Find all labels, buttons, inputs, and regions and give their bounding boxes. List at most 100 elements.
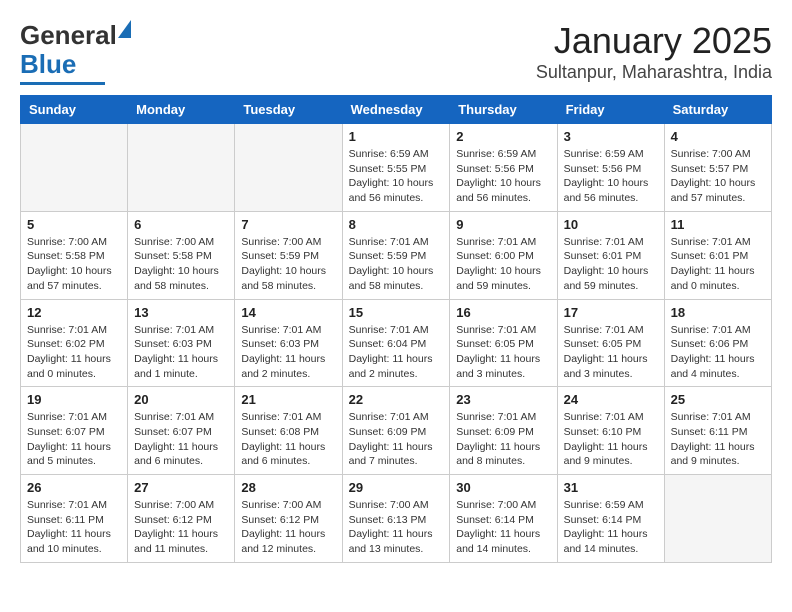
calendar-cell: 18 Sunrise: 7:01 AMSunset: 6:06 PMDayligh… [664, 299, 771, 387]
calendar-cell: 25 Sunrise: 7:01 AMSunset: 6:11 PMDayligh… [664, 387, 771, 475]
day-info: Sunrise: 7:01 AMSunset: 6:11 PMDaylight:… [671, 410, 765, 469]
day-number: 27 [134, 480, 228, 495]
day-info: Sunrise: 7:01 AMSunset: 6:05 PMDaylight:… [564, 323, 658, 382]
day-info: Sunrise: 7:01 AMSunset: 6:09 PMDaylight:… [456, 410, 550, 469]
calendar-cell: 28 Sunrise: 7:00 AMSunset: 6:12 PMDayligh… [235, 475, 342, 563]
day-number: 17 [564, 305, 658, 320]
calendar-cell: 9Sunrise: 7:01 AMSunset: 6:00 PMDaylight… [450, 211, 557, 299]
logo: General Blue [20, 20, 117, 85]
day-info: Sunrise: 7:00 AMSunset: 5:59 PMDaylight:… [241, 235, 335, 294]
day-number: 1 [349, 129, 444, 144]
calendar-cell: 11 Sunrise: 7:01 AMSunset: 6:01 PMDayligh… [664, 211, 771, 299]
calendar-cell: 23 Sunrise: 7:01 AMSunset: 6:09 PMDayligh… [450, 387, 557, 475]
day-info: Sunrise: 7:01 AMSunset: 6:03 PMDaylight:… [241, 323, 335, 382]
day-info: Sunrise: 7:00 AMSunset: 6:12 PMDaylight:… [134, 498, 228, 557]
day-number: 25 [671, 392, 765, 407]
calendar-cell: 3 Sunrise: 6:59 AMSunset: 5:56 PMDaylight… [557, 124, 664, 212]
column-header-sunday: Sunday [21, 96, 128, 124]
calendar-cell: 2 Sunrise: 6:59 AMSunset: 5:56 PMDaylight… [450, 124, 557, 212]
day-number: 14 [241, 305, 335, 320]
day-info: Sunrise: 7:01 AMSunset: 6:02 PMDaylight:… [27, 323, 121, 382]
day-info: Sunrise: 6:59 AMSunset: 5:55 PMDaylight:… [349, 147, 444, 206]
day-info: Sunrise: 7:01 AMSunset: 6:06 PMDaylight:… [671, 323, 765, 382]
day-info: Sunrise: 7:00 AMSunset: 5:57 PMDaylight:… [671, 147, 765, 206]
calendar-subtitle: Sultanpur, Maharashtra, India [536, 62, 772, 83]
calendar-cell: 6 Sunrise: 7:00 AMSunset: 5:58 PMDaylight… [128, 211, 235, 299]
column-header-monday: Monday [128, 96, 235, 124]
day-info: Sunrise: 7:01 AMSunset: 6:08 PMDaylight:… [241, 410, 335, 469]
day-info: Sunrise: 6:59 AMSunset: 5:56 PMDaylight:… [564, 147, 658, 206]
day-info: Sunrise: 7:00 AMSunset: 5:58 PMDaylight:… [27, 235, 121, 294]
calendar-cell: 19 Sunrise: 7:01 AMSunset: 6:07 PMDayligh… [21, 387, 128, 475]
day-number: 21 [241, 392, 335, 407]
day-info: Sunrise: 7:01 AMSunset: 6:09 PMDaylight:… [349, 410, 444, 469]
calendar-cell: 24 Sunrise: 7:01 AMSunset: 6:10 PMDayligh… [557, 387, 664, 475]
day-info: Sunrise: 6:59 AMSunset: 5:56 PMDaylight:… [456, 147, 550, 206]
calendar-title-block: January 2025 Sultanpur, Maharashtra, Ind… [536, 20, 772, 83]
calendar-week-2: 5 Sunrise: 7:00 AMSunset: 5:58 PMDaylight… [21, 211, 772, 299]
calendar-cell: 30Sunrise: 7:00 AMSunset: 6:14 PMDayligh… [450, 475, 557, 563]
day-number: 28 [241, 480, 335, 495]
calendar-cell: 13 Sunrise: 7:01 AMSunset: 6:03 PMDayligh… [128, 299, 235, 387]
calendar-cell [128, 124, 235, 212]
day-info: Sunrise: 7:00 AMSunset: 6:12 PMDaylight:… [241, 498, 335, 557]
day-info: Sunrise: 7:01 AMSunset: 6:01 PMDaylight:… [564, 235, 658, 294]
calendar-cell: 8 Sunrise: 7:01 AMSunset: 5:59 PMDaylight… [342, 211, 450, 299]
calendar-cell: 31Sunrise: 6:59 AMSunset: 6:14 PMDayligh… [557, 475, 664, 563]
day-number: 7 [241, 217, 335, 232]
calendar-week-1: 1 Sunrise: 6:59 AMSunset: 5:55 PMDaylight… [21, 124, 772, 212]
calendar-cell [235, 124, 342, 212]
calendar-cell: 16 Sunrise: 7:01 AMSunset: 6:05 PMDayligh… [450, 299, 557, 387]
calendar-cell: 7 Sunrise: 7:00 AMSunset: 5:59 PMDaylight… [235, 211, 342, 299]
logo-general: General [20, 20, 117, 50]
day-number: 15 [349, 305, 444, 320]
calendar-cell: 17 Sunrise: 7:01 AMSunset: 6:05 PMDayligh… [557, 299, 664, 387]
day-number: 2 [456, 129, 550, 144]
day-number: 29 [349, 480, 444, 495]
day-number: 10 [564, 217, 658, 232]
day-info: Sunrise: 7:01 AMSunset: 6:04 PMDaylight:… [349, 323, 444, 382]
day-number: 13 [134, 305, 228, 320]
day-number: 22 [349, 392, 444, 407]
calendar-week-3: 12 Sunrise: 7:01 AMSunset: 6:02 PMDayligh… [21, 299, 772, 387]
calendar-week-5: 26Sunrise: 7:01 AMSunset: 6:11 PMDayligh… [21, 475, 772, 563]
calendar-cell: 5 Sunrise: 7:00 AMSunset: 5:58 PMDaylight… [21, 211, 128, 299]
calendar-cell [664, 475, 771, 563]
day-number: 9 [456, 217, 550, 232]
calendar-table: SundayMondayTuesdayWednesdayThursdayFrid… [20, 95, 772, 563]
calendar-cell: 20Sunrise: 7:01 AMSunset: 6:07 PMDayligh… [128, 387, 235, 475]
calendar-cell: 14 Sunrise: 7:01 AMSunset: 6:03 PMDayligh… [235, 299, 342, 387]
calendar-cell: 22 Sunrise: 7:01 AMSunset: 6:09 PMDayligh… [342, 387, 450, 475]
day-info: Sunrise: 7:00 AMSunset: 5:58 PMDaylight:… [134, 235, 228, 294]
day-number: 5 [27, 217, 121, 232]
logo-blue: Blue [20, 49, 76, 79]
day-info: Sunrise: 7:01 AMSunset: 6:03 PMDaylight:… [134, 323, 228, 382]
day-number: 19 [27, 392, 121, 407]
day-number: 3 [564, 129, 658, 144]
calendar-cell: 12 Sunrise: 7:01 AMSunset: 6:02 PMDayligh… [21, 299, 128, 387]
day-info: Sunrise: 7:01 AMSunset: 6:07 PMDaylight:… [27, 410, 121, 469]
day-info: Sunrise: 6:59 AMSunset: 6:14 PMDaylight:… [564, 498, 658, 557]
day-info: Sunrise: 7:01 AMSunset: 6:01 PMDaylight:… [671, 235, 765, 294]
calendar-cell: 21 Sunrise: 7:01 AMSunset: 6:08 PMDayligh… [235, 387, 342, 475]
column-header-tuesday: Tuesday [235, 96, 342, 124]
calendar-cell: 1 Sunrise: 6:59 AMSunset: 5:55 PMDaylight… [342, 124, 450, 212]
day-number: 8 [349, 217, 444, 232]
column-header-saturday: Saturday [664, 96, 771, 124]
day-info: Sunrise: 7:01 AMSunset: 6:05 PMDaylight:… [456, 323, 550, 382]
day-number: 12 [27, 305, 121, 320]
day-info: Sunrise: 7:01 AMSunset: 6:10 PMDaylight:… [564, 410, 658, 469]
day-info: Sunrise: 7:00 AMSunset: 6:13 PMDaylight:… [349, 498, 444, 557]
day-number: 23 [456, 392, 550, 407]
day-info: Sunrise: 7:00 AMSunset: 6:14 PMDaylight:… [456, 498, 550, 557]
day-number: 6 [134, 217, 228, 232]
day-number: 26 [27, 480, 121, 495]
day-number: 16 [456, 305, 550, 320]
day-number: 20 [134, 392, 228, 407]
day-number: 24 [564, 392, 658, 407]
day-number: 4 [671, 129, 765, 144]
day-number: 11 [671, 217, 765, 232]
day-number: 18 [671, 305, 765, 320]
day-info: Sunrise: 7:01 AMSunset: 5:59 PMDaylight:… [349, 235, 444, 294]
calendar-cell [21, 124, 128, 212]
